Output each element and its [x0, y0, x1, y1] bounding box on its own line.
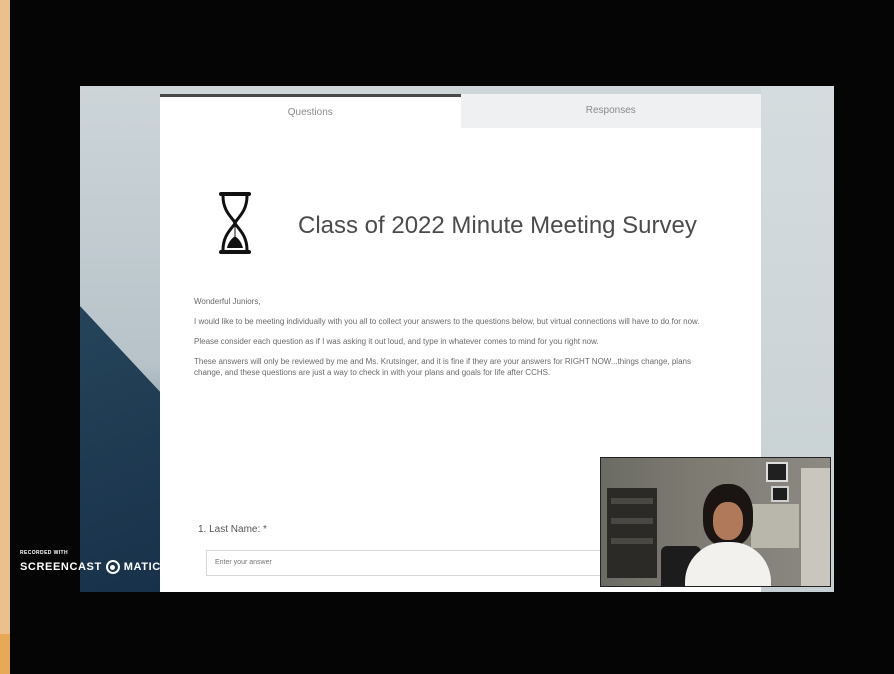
question-1-label: 1. Last Name: * — [198, 524, 267, 535]
last-name-input[interactable] — [206, 550, 626, 576]
watermark-recorded-with: RECORDED WITH — [20, 550, 68, 556]
record-dot-icon — [105, 560, 120, 574]
watermark-brand-left: SCREENCAST — [20, 561, 102, 573]
description-paragraph-3: These answers will only be reviewed by m… — [194, 357, 691, 377]
watermark-brand-right: MATIC — [123, 561, 161, 573]
webcam-overlay — [600, 457, 831, 587]
tab-responses[interactable]: Responses — [460, 94, 761, 128]
description-paragraph-1: I would like to be meeting individually … — [194, 317, 700, 326]
webcam-bulletin-board — [751, 504, 799, 548]
webcam-picture-frame — [766, 462, 788, 482]
form-title: Class of 2022 Minute Meeting Survey — [298, 212, 697, 239]
webcam-door — [801, 468, 830, 586]
hourglass-icon — [219, 192, 251, 254]
watermark-brand: SCREENCAST MATIC — [20, 560, 161, 574]
form-header: Class of 2022 Minute Meeting Survey — [216, 190, 736, 262]
tab-questions[interactable]: Questions — [160, 94, 461, 128]
webcam-shelf — [607, 488, 657, 578]
webcam-person-face — [713, 502, 743, 540]
webcam-picture-frame-small — [771, 486, 789, 502]
background-left-panel — [80, 86, 160, 592]
form-description: Wonderful Juniors, I would like to be me… — [194, 296, 714, 387]
left-edge-strip — [0, 0, 10, 674]
description-paragraph-2: Please consider each question as if I wa… — [194, 337, 599, 346]
description-greeting: Wonderful Juniors, — [194, 297, 261, 306]
screencast-watermark: RECORDED WITH SCREENCAST MATIC — [20, 550, 161, 574]
form-tabs: Questions Responses — [160, 94, 761, 128]
